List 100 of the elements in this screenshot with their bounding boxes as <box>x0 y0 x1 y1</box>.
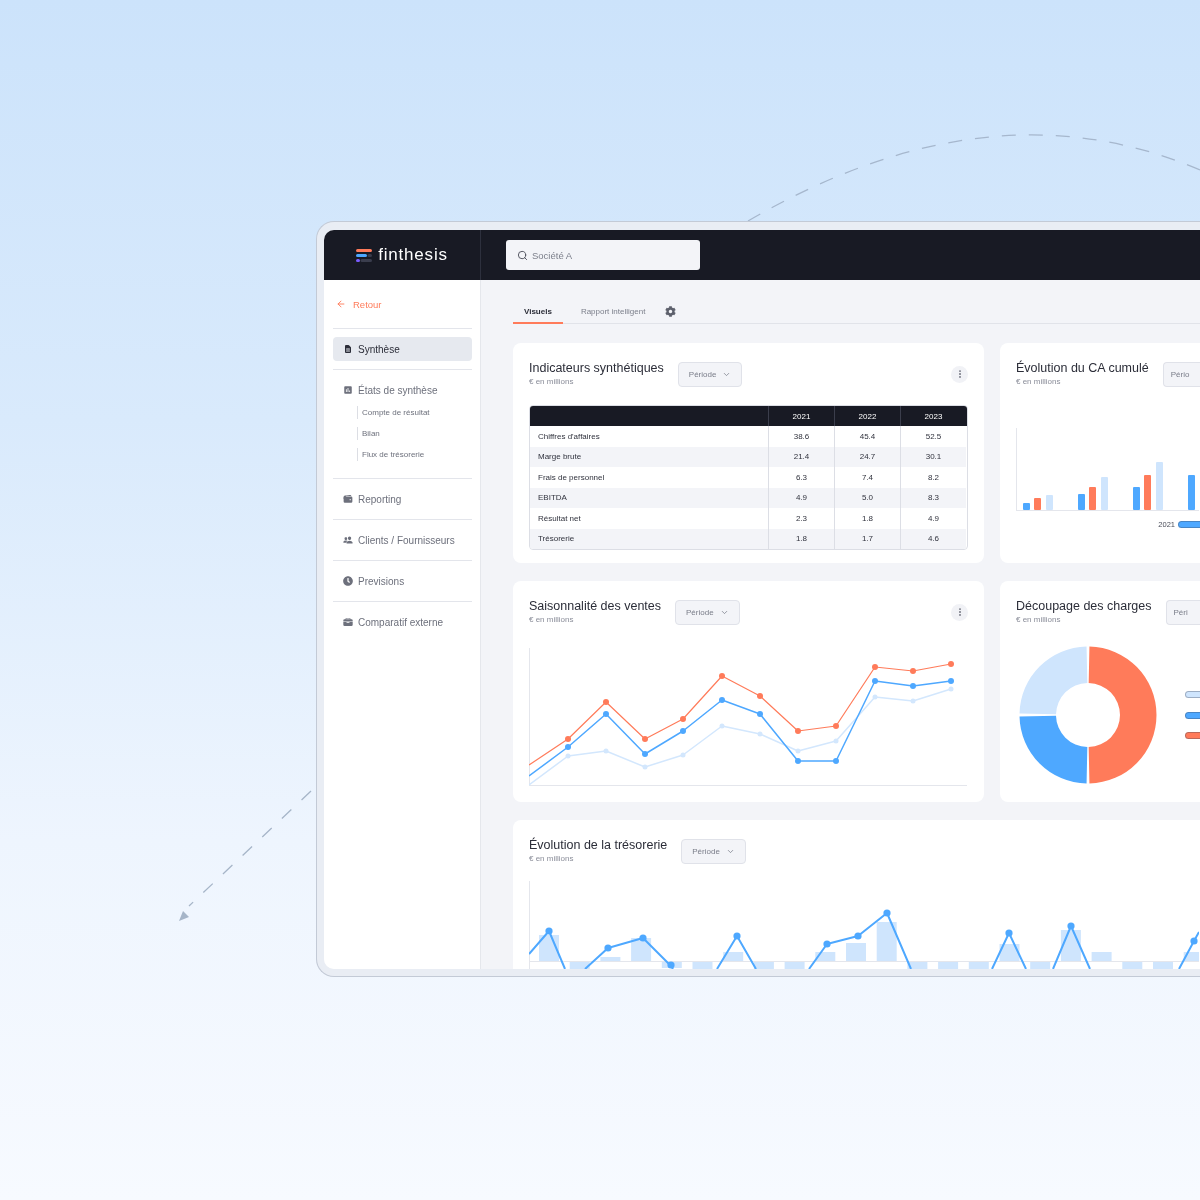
table-cell: 21.4 <box>768 446 834 467</box>
data-point <box>603 699 609 705</box>
chart-bar <box>1089 487 1096 510</box>
table-cell: 8.3 <box>900 487 966 508</box>
period-dropdown[interactable]: Pério <box>1162 361 1200 387</box>
users-icon <box>343 535 353 545</box>
period-dropdown[interactable]: Période <box>677 361 743 387</box>
card-title: Saisonnalité des ventes <box>529 599 662 614</box>
chart-bar <box>1144 475 1151 510</box>
chart-bar <box>1023 503 1030 510</box>
chart-icon <box>343 385 353 395</box>
data-point <box>757 711 763 717</box>
nav-item[interactable]: Reporting <box>333 487 472 511</box>
chart-bar <box>723 952 744 961</box>
data-point <box>603 748 609 754</box>
chart-bar <box>1046 495 1053 510</box>
data-point <box>667 961 675 969</box>
data-point <box>872 694 878 700</box>
data-point <box>680 752 686 758</box>
settings-icon <box>665 306 677 317</box>
nav-item[interactable]: Comparatif externe <box>333 610 472 634</box>
table-cell: Marge brute <box>530 446 768 467</box>
table-cell: 1.7 <box>834 528 900 549</box>
logo-icon <box>356 248 373 262</box>
data-point <box>795 728 801 734</box>
data-point <box>680 716 686 722</box>
data-point <box>565 744 571 750</box>
tab[interactable]: Rapport intelligent <box>569 300 657 324</box>
more-button[interactable] <box>951 365 968 383</box>
data-point <box>1005 929 1013 937</box>
period-dropdown[interactable]: Période <box>681 838 746 864</box>
table-cell: 1.8 <box>768 528 834 549</box>
data-point <box>719 723 725 729</box>
card-subtitle: € en millions <box>1016 615 1062 625</box>
chart-bar <box>1122 962 1143 969</box>
settings-button[interactable] <box>665 306 677 317</box>
logo-text: finthesis <box>378 245 448 265</box>
data-point <box>1190 937 1198 945</box>
document-icon <box>343 344 353 354</box>
chart-bar <box>1030 962 1051 969</box>
data-point <box>795 758 801 764</box>
data-point <box>872 678 878 684</box>
search-field[interactable]: Société A <box>506 240 700 270</box>
data-point <box>639 934 647 942</box>
chart-bar <box>846 943 866 961</box>
data-point <box>604 944 612 952</box>
data-point <box>680 728 686 734</box>
data-point <box>833 758 839 764</box>
nav-item[interactable]: Synthèse <box>333 337 472 361</box>
nav-subitem[interactable]: Compte de résultat <box>357 406 430 419</box>
nav-subitem[interactable]: Bilan <box>357 427 380 440</box>
card-title: Découpage des charges <box>1016 599 1152 614</box>
card-subtitle: € en millions <box>529 377 575 387</box>
data-point <box>565 753 571 759</box>
data-point <box>1067 922 1075 930</box>
chart-bar <box>968 962 989 969</box>
more-button[interactable] <box>951 603 968 621</box>
data-point <box>948 686 954 692</box>
data-point <box>910 683 916 689</box>
chart-bar <box>1101 477 1108 510</box>
data-point <box>603 711 609 717</box>
chart-bar <box>692 962 713 969</box>
wallet-icon <box>343 494 353 504</box>
chart-bar <box>1156 462 1163 510</box>
card-title: Évolution de la trésorerie <box>529 838 668 853</box>
card-title: Évolution du CA cumulé <box>1016 361 1149 376</box>
period-dropdown[interactable]: Période <box>675 599 740 625</box>
clock-icon <box>343 576 353 586</box>
data-point <box>757 693 763 699</box>
table-cell: 24.7 <box>834 446 900 467</box>
chart-bar <box>1183 952 1199 961</box>
nav-item[interactable]: Clients / Fournisseurs <box>333 528 472 552</box>
chart-bar <box>1188 475 1195 510</box>
chart-bar <box>876 922 897 961</box>
chart-bar <box>815 952 836 961</box>
data-point <box>833 738 839 744</box>
tab[interactable]: Visuels <box>513 300 563 324</box>
briefcase-icon <box>343 617 353 627</box>
arrow-left-icon <box>336 299 346 309</box>
search-icon <box>517 249 528 261</box>
swatch-icon <box>1178 520 1200 528</box>
card-subtitle: € en millions <box>1016 377 1062 387</box>
period-dropdown[interactable]: Péri <box>1165 599 1200 625</box>
data-point <box>733 932 741 940</box>
data-point <box>910 698 916 704</box>
chart-bar <box>1034 498 1041 510</box>
data-point <box>565 736 571 742</box>
card-subtitle: € en millions <box>529 615 575 625</box>
table-cell: 4.6 <box>900 528 966 549</box>
data-point <box>757 731 763 737</box>
data-point <box>642 764 648 770</box>
nav-item[interactable]: Previsions <box>333 569 472 593</box>
data-point <box>948 661 954 667</box>
chart-bar <box>1133 487 1140 510</box>
data-point <box>719 697 725 703</box>
data-point <box>883 909 891 917</box>
table-cell: 5.0 <box>834 487 900 508</box>
data-point <box>642 751 648 757</box>
nav-subitem[interactable]: Flux de trésorerie <box>357 448 425 461</box>
nav-item[interactable]: États de synthèse <box>333 378 472 402</box>
